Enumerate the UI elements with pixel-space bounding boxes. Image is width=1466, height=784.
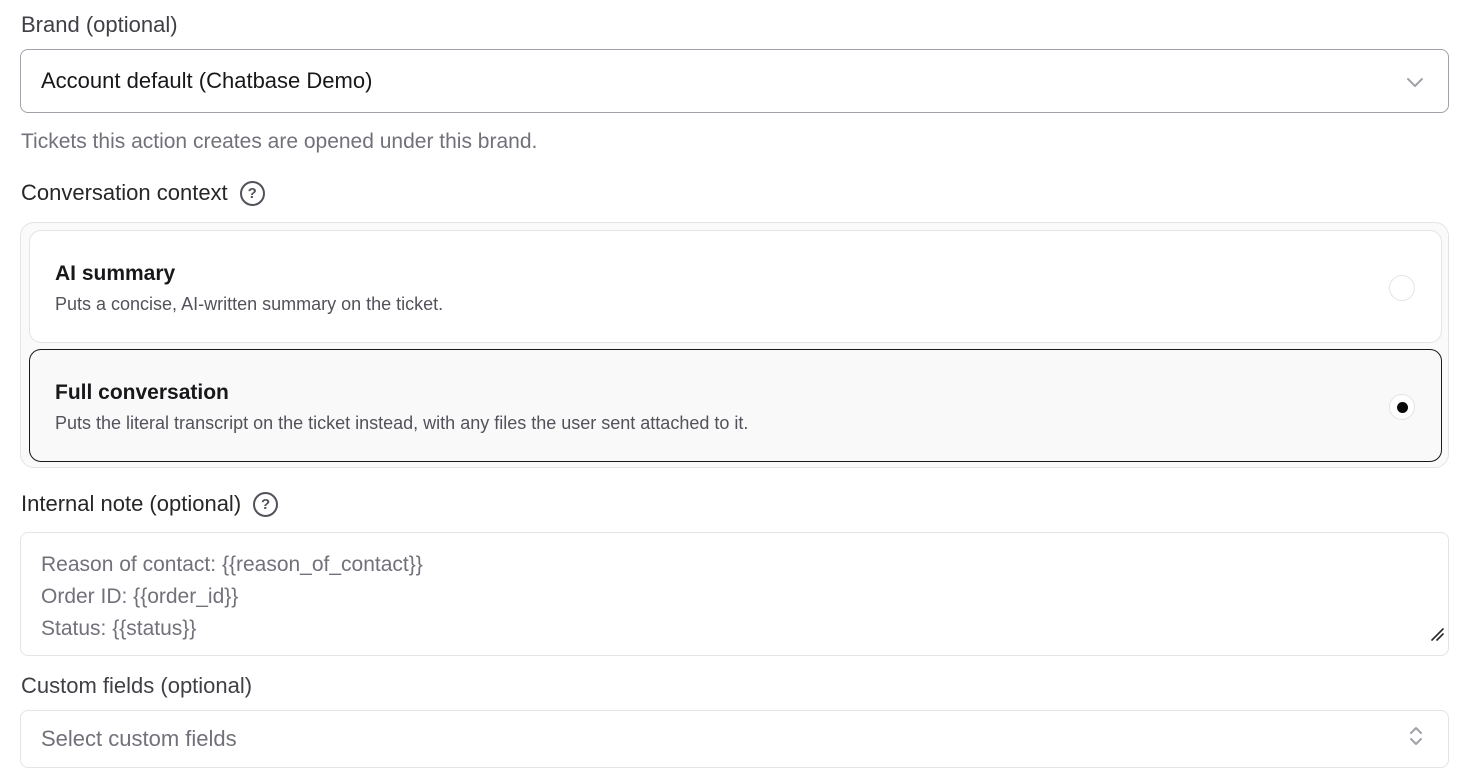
- resize-handle-icon[interactable]: [1429, 620, 1445, 652]
- brand-select-value: Account default (Chatbase Demo): [41, 68, 373, 93]
- brand-label: Brand (optional): [21, 11, 178, 39]
- custom-fields-label: Custom fields (optional): [21, 672, 252, 700]
- option-description: Puts a concise, AI-written summary on th…: [55, 294, 444, 314]
- context-label: Conversation context ?: [21, 179, 265, 207]
- option-ai-summary[interactable]: AI summary Puts a concise, AI-written su…: [29, 230, 1442, 343]
- ticket-action-form: Brand (optional) Account default (Chatba…: [0, 0, 1466, 784]
- radio-full-conversation[interactable]: [1389, 394, 1415, 420]
- custom-fields-placeholder: Select custom fields: [41, 726, 237, 751]
- note-label: Internal note (optional) ?: [21, 490, 279, 518]
- note-label-text: Internal note (optional): [21, 491, 242, 516]
- internal-note-textarea[interactable]: Reason of contact: {{reason_of_contact}}…: [20, 532, 1449, 656]
- placeholder-line: Reason of contact: {{reason_of_contact}}: [41, 553, 423, 576]
- brand-label-text: Brand (optional): [21, 12, 178, 37]
- option-full-conversation[interactable]: Full conversation Puts the literal trans…: [29, 349, 1442, 462]
- brand-select[interactable]: Account default (Chatbase Demo): [20, 49, 1449, 113]
- custom-fields-label-text: Custom fields (optional): [21, 673, 253, 698]
- chevrons-up-down-icon: [1408, 724, 1424, 754]
- option-title: AI summary: [55, 262, 176, 285]
- context-radio-group: AI summary Puts a concise, AI-written su…: [20, 222, 1449, 468]
- question-circle-icon[interactable]: ?: [253, 491, 279, 517]
- option-description: Puts the literal transcript on the ticke…: [55, 413, 749, 433]
- brand-hint: Tickets this action creates are opened u…: [21, 130, 538, 153]
- radio-ai-summary[interactable]: [1389, 275, 1415, 301]
- placeholder-line: Order ID: {{order_id}}: [41, 585, 239, 608]
- chevron-down-icon: [1406, 68, 1424, 94]
- context-label-text: Conversation context: [21, 180, 228, 205]
- custom-fields-select[interactable]: Select custom fields: [20, 710, 1449, 768]
- placeholder-line: Status: {{status}}: [41, 617, 197, 640]
- question-circle-icon[interactable]: ?: [239, 180, 265, 206]
- option-title: Full conversation: [55, 381, 229, 404]
